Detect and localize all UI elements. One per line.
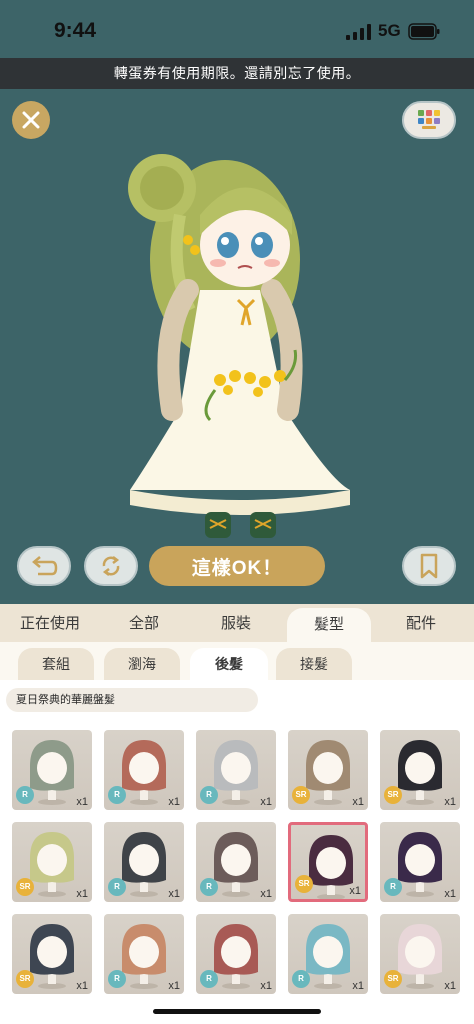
category-tab-bar: 正在使用 全部 服裝 髮型 配件 xyxy=(0,604,474,642)
item-count: x1 xyxy=(444,796,456,808)
item-count: x1 xyxy=(444,980,456,992)
tab-all[interactable]: 全部 xyxy=(98,604,190,642)
item-count: x1 xyxy=(168,980,180,992)
rarity-badge: R xyxy=(292,970,310,988)
hair-item-tile[interactable]: Rx1 xyxy=(104,822,184,902)
bookmark-icon xyxy=(420,553,438,579)
item-count: x1 xyxy=(260,980,272,992)
item-count: x1 xyxy=(260,796,272,808)
subtab-extensions[interactable]: 接髮 xyxy=(276,648,352,680)
item-count: x1 xyxy=(260,888,272,900)
item-grid: Rx1 Rx1 Rx1 SR x1 SR x1 SR x1 Rx1 Rx1 SR x1 Rx1 SR x1 Rx… xyxy=(0,680,474,1024)
hair-item-tile[interactable]: SR x1 xyxy=(380,730,460,810)
rarity-badge: R xyxy=(108,970,126,988)
battery-icon xyxy=(408,23,440,40)
tab-accessories[interactable]: 配件 xyxy=(374,604,468,642)
status-bar: 9:44 5G xyxy=(0,0,474,58)
close-icon xyxy=(22,111,40,129)
item-count: x1 xyxy=(76,888,88,900)
item-list-area: 夏日祭典的華麗盤髮 Rx1 Rx1 Rx1 SR x1 SR x1 SR x1 Rx1 Rx1 SR x… xyxy=(0,680,474,1024)
subtab-back-hair[interactable]: 後髮 xyxy=(190,648,268,680)
rarity-badge: R xyxy=(108,878,126,896)
network-label: 5G xyxy=(378,21,401,40)
hair-item-tile[interactable]: SR x1 xyxy=(12,822,92,902)
rarity-badge: R xyxy=(200,786,218,804)
item-count: x1 xyxy=(168,796,180,808)
rarity-badge: R xyxy=(384,878,402,896)
hair-item-tile[interactable]: Rx1 xyxy=(196,822,276,902)
rarity-badge: SR xyxy=(384,970,402,988)
subtab-bangs[interactable]: 瀏海 xyxy=(104,648,180,680)
item-count: x1 xyxy=(168,888,180,900)
item-count: x1 xyxy=(349,885,361,897)
hair-item-tile[interactable]: Rx1 xyxy=(288,914,368,994)
hair-item-tile[interactable]: Rx1 xyxy=(380,822,460,902)
rarity-badge: R xyxy=(200,970,218,988)
close-button[interactable] xyxy=(12,101,50,139)
palette-button[interactable] xyxy=(402,101,456,139)
hair-item-tile[interactable]: SR x1 xyxy=(288,730,368,810)
rarity-badge: SR xyxy=(292,786,310,804)
avatar-figure xyxy=(128,154,350,538)
item-count: x1 xyxy=(76,796,88,808)
hair-item-tile[interactable]: Rx1 xyxy=(12,730,92,810)
rarity-badge: SR xyxy=(384,786,402,804)
item-count: x1 xyxy=(76,980,88,992)
hair-item-tile[interactable]: Rx1 xyxy=(104,914,184,994)
hair-item-tile[interactable]: SR x1 xyxy=(12,914,92,994)
hair-item-tile[interactable]: SR x1 xyxy=(288,822,368,902)
status-time: 9:44 xyxy=(54,19,97,42)
item-count: x1 xyxy=(352,796,364,808)
undo-arrow-icon xyxy=(32,556,58,576)
rarity-badge: SR xyxy=(295,875,313,893)
hair-item-tile[interactable]: Rx1 xyxy=(104,730,184,810)
palette-grid-icon xyxy=(418,110,440,129)
item-count: x1 xyxy=(352,980,364,992)
rarity-badge: SR xyxy=(16,878,34,896)
sub-tab-bar: 套組 瀏海 後髮 接髮 xyxy=(0,642,474,680)
confirm-button[interactable]: 這樣OK！ xyxy=(149,546,325,586)
home-indicator xyxy=(153,1009,321,1014)
bookmark-button[interactable] xyxy=(402,546,456,586)
tab-clothing[interactable]: 服裝 xyxy=(190,604,282,642)
rarity-badge: R xyxy=(108,786,126,804)
rarity-badge: R xyxy=(16,786,34,804)
rarity-badge: R xyxy=(200,878,218,896)
item-count: x1 xyxy=(444,888,456,900)
rotate-icon xyxy=(102,556,120,576)
subtab-set[interactable]: 套組 xyxy=(18,648,94,680)
hair-item-tile[interactable]: SR x1 xyxy=(380,914,460,994)
tab-hairstyle[interactable]: 髮型 xyxy=(287,608,371,642)
notice-banner: 轉蛋券有使用期限。還請別忘了使用。 xyxy=(0,58,474,89)
hair-item-tile[interactable]: Rx1 xyxy=(196,730,276,810)
rotate-button[interactable] xyxy=(84,546,138,586)
tab-in-use[interactable]: 正在使用 xyxy=(4,604,96,642)
rarity-badge: SR xyxy=(16,970,34,988)
hair-item-tile[interactable]: Rx1 xyxy=(196,914,276,994)
signal-icon xyxy=(346,24,371,40)
undo-button[interactable] xyxy=(17,546,71,586)
